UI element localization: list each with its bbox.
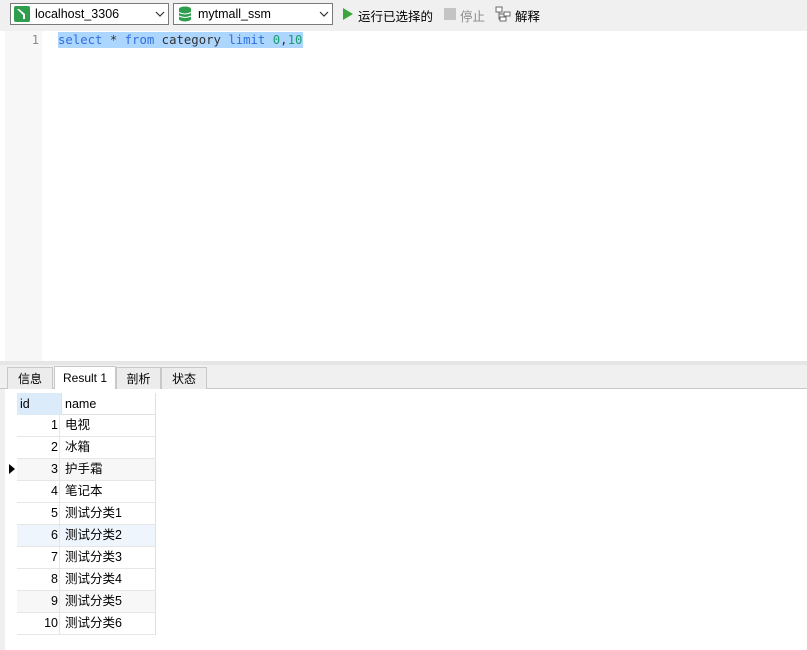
tab-result-1[interactable]: Result 1: [54, 366, 116, 389]
cell-id[interactable]: 6: [17, 525, 60, 546]
cell-name[interactable]: 冰箱: [65, 437, 90, 458]
cell-id[interactable]: 10: [17, 613, 60, 634]
mysql-connection-icon: [13, 5, 31, 23]
tab-profile[interactable]: 剖析: [116, 367, 161, 389]
table-row[interactable]: 7 测试分类3: [17, 547, 156, 569]
explain-button[interactable]: 解释: [495, 5, 540, 25]
row-selector-column: [0, 389, 5, 650]
explain-label: 解释: [515, 9, 541, 24]
cell-name[interactable]: 测试分类5: [65, 591, 122, 612]
sql-query-line[interactable]: select * from category limit 0,10: [58, 32, 304, 48]
stop-button[interactable]: 停止: [444, 5, 485, 25]
cell-id[interactable]: 5: [17, 503, 60, 524]
connection-name: localhost_3306: [35, 7, 120, 21]
keyword-select: select: [58, 33, 103, 47]
cell-name[interactable]: 测试分类4: [65, 569, 122, 590]
table-row[interactable]: 9 测试分类5: [17, 591, 156, 613]
current-row-indicator-icon: [9, 464, 15, 474]
database-name: mytmall_ssm: [198, 7, 271, 21]
table-row[interactable]: 2 冰箱: [17, 437, 156, 459]
table-row[interactable]: 8 测试分类4: [17, 569, 156, 591]
cell-id[interactable]: 8: [17, 569, 60, 590]
run-selected-label: 运行已选择的: [358, 9, 434, 24]
cell-id[interactable]: 9: [17, 591, 60, 612]
toolbar: localhost_3306 mytmall_ssm 运行已选择的 停止 解释: [0, 0, 807, 31]
keyword-from: from: [124, 33, 155, 47]
sql-editor[interactable]: 1 select * from category limit 0,10: [0, 31, 807, 361]
comma-token: ,: [280, 33, 288, 47]
column-header-name[interactable]: name: [62, 393, 156, 415]
limit-count: 10: [287, 33, 303, 47]
result-tabs: 信息 Result 1 剖析 状态: [0, 365, 807, 389]
tab-info[interactable]: 信息: [7, 367, 53, 389]
cell-name[interactable]: 测试分类2: [65, 525, 122, 546]
table-row[interactable]: 1 电视: [17, 415, 156, 437]
keyword-limit: limit: [228, 33, 266, 47]
table-row[interactable]: 5 测试分类1: [17, 503, 156, 525]
connection-select[interactable]: localhost_3306: [10, 3, 169, 25]
database-select[interactable]: mytmall_ssm: [173, 3, 333, 25]
cell-id[interactable]: 4: [17, 481, 60, 502]
chevron-down-icon[interactable]: [152, 4, 168, 24]
table-row[interactable]: 4 笔记本: [17, 481, 156, 503]
cell-name[interactable]: 笔记本: [65, 481, 103, 502]
line-gutter: 1: [5, 31, 42, 361]
cell-name[interactable]: 护手霜: [65, 459, 103, 480]
table-row[interactable]: 3 护手霜: [17, 459, 156, 481]
run-selected-button[interactable]: 运行已选择的: [342, 5, 433, 25]
cell-name[interactable]: 测试分类3: [65, 547, 122, 568]
stop-label: 停止: [460, 9, 486, 24]
column-header-id[interactable]: id: [17, 393, 62, 415]
play-icon: [342, 7, 354, 23]
table-row[interactable]: 6 测试分类2: [17, 525, 156, 547]
stop-icon: [444, 7, 456, 23]
star-token: *: [109, 33, 118, 47]
cell-name[interactable]: 测试分类1: [65, 503, 122, 524]
tab-status[interactable]: 状态: [161, 367, 207, 389]
cell-id[interactable]: 1: [17, 415, 60, 436]
table-name-token: category: [161, 33, 221, 47]
database-icon: [176, 5, 194, 23]
explain-icon: [495, 6, 511, 25]
cell-id[interactable]: 3: [17, 459, 60, 480]
cell-id[interactable]: 7: [17, 547, 60, 568]
table-row[interactable]: 10 测试分类6: [17, 613, 156, 635]
chevron-down-icon[interactable]: [316, 4, 332, 24]
line-number: 1: [31, 33, 39, 47]
cell-id[interactable]: 2: [17, 437, 60, 458]
cell-name[interactable]: 电视: [65, 415, 90, 436]
cell-name[interactable]: 测试分类6: [65, 613, 122, 634]
